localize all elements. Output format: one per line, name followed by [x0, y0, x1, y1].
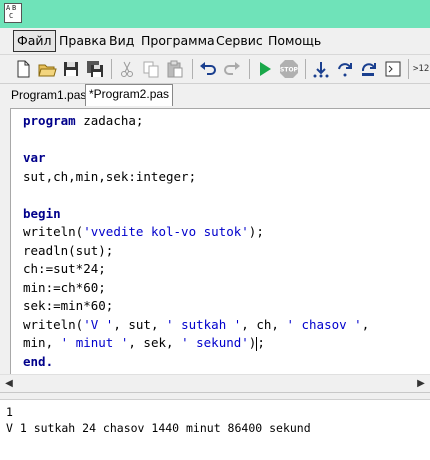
- save-icon[interactable]: [61, 59, 81, 79]
- output-panel[interactable]: 1 V 1 sutkah 24 chasov 1440 minut 86400 …: [0, 399, 430, 460]
- code-text: min,: [23, 335, 61, 350]
- editor-frame: program zadacha; var sut,ch,min,sek:integ…: [0, 106, 430, 392]
- run-icon[interactable]: [255, 59, 275, 79]
- toolbar-overflow-label[interactable]: >12: [413, 59, 430, 79]
- toolbar-separator: [192, 59, 193, 79]
- code-text: );: [248, 224, 264, 239]
- toolbar-separator: [111, 59, 112, 79]
- code-text: , ch,: [241, 316, 287, 332]
- scroll-left-icon[interactable]: ◀: [2, 377, 16, 390]
- menu-view[interactable]: Вид: [109, 31, 134, 51]
- open-folder-icon[interactable]: [37, 59, 57, 79]
- code-line: min, ' minut ', sek, ' sekund');: [23, 334, 369, 353]
- code-text: writeln(: [23, 316, 84, 332]
- code-string: 'vvedite kol-vo sutok': [83, 224, 249, 239]
- code-text: ): [248, 335, 257, 350]
- code-text: ,: [361, 316, 370, 332]
- menu-program[interactable]: Программа: [141, 31, 215, 51]
- code-string: ' sekund': [181, 335, 249, 350]
- code-text: , sut,: [113, 316, 167, 332]
- code-line: writeln('vvedite kol-vo sutok');: [23, 223, 369, 242]
- editor-tabs: Program1.pas *Program2.pas: [0, 84, 430, 108]
- toolbar-separator: [408, 59, 409, 79]
- code-line: sut,ch,min,sek:integer;: [23, 168, 369, 187]
- code-keyword: end.: [23, 353, 54, 369]
- step-out-icon[interactable]: [359, 59, 379, 79]
- code-text: , sek,: [128, 335, 182, 350]
- cut-icon[interactable]: [117, 59, 137, 79]
- menu-help[interactable]: Помощь: [268, 31, 321, 51]
- code-keyword: var: [23, 150, 46, 165]
- code-line: end.: [23, 353, 369, 372]
- code-line: program zadacha;: [23, 112, 369, 131]
- redo-icon[interactable]: [222, 59, 242, 79]
- copy-icon[interactable]: [141, 59, 161, 79]
- menu-edit[interactable]: Правка: [59, 31, 107, 51]
- undo-icon[interactable]: [198, 59, 218, 79]
- code-string: ' minut ': [60, 335, 129, 350]
- code-text: zadacha;: [75, 113, 144, 128]
- code-text: sek:=min*60;: [23, 298, 114, 313]
- menu-service[interactable]: Сервис: [216, 31, 263, 51]
- code-text: min:=ch*60;: [23, 279, 106, 295]
- code-lines: program zadacha; var sut,ch,min,sek:integ…: [23, 112, 369, 371]
- console-icon[interactable]: [383, 59, 403, 79]
- code-text: ch:=sut*24;: [23, 261, 106, 276]
- code-line: ch:=sut*24;: [23, 260, 369, 279]
- code-line: var: [23, 149, 369, 168]
- code-string: ' chasov ': [286, 316, 362, 332]
- menu-file[interactable]: Файл: [13, 30, 56, 52]
- code-string: 'V ': [83, 316, 114, 332]
- code-editor[interactable]: program zadacha; var sut,ch,min,sek:integ…: [10, 108, 430, 381]
- paste-icon[interactable]: [165, 59, 185, 79]
- code-string: ' sutkah ': [166, 316, 242, 332]
- menu-bar: Файл Правка Вид Программа Сервис Помощь: [0, 28, 430, 55]
- app-icon: AB C: [4, 3, 22, 23]
- svg-text:STOP: STOP: [280, 67, 299, 74]
- tab-program2[interactable]: *Program2.pas: [85, 84, 174, 108]
- toolbar: STOP >12: [0, 55, 430, 84]
- code-keyword: begin: [23, 205, 61, 221]
- code-line: min:=ch*60;: [23, 279, 369, 298]
- new-file-icon[interactable]: [13, 59, 33, 79]
- code-keyword: program: [23, 113, 76, 128]
- toolbar-separator: [305, 59, 306, 79]
- code-text: ;: [257, 335, 265, 350]
- horizontal-scrollbar[interactable]: ◀ ▶: [0, 374, 430, 392]
- step-into-icon[interactable]: [311, 59, 331, 79]
- title-bar: AB C: [0, 0, 430, 28]
- code-line: readln(sut);: [23, 242, 369, 261]
- code-text: sut,ch,min,sek:integer;: [23, 168, 197, 184]
- output-line: V 1 sutkah 24 chasov 1440 minut 86400 se…: [6, 421, 311, 435]
- toolbar-separator: [249, 59, 250, 79]
- code-text: readln(sut);: [23, 242, 114, 258]
- save-all-icon[interactable]: [85, 59, 105, 79]
- code-text: writeln(: [23, 224, 84, 239]
- scroll-right-icon[interactable]: ▶: [414, 377, 428, 390]
- code-line: sek:=min*60;: [23, 297, 369, 316]
- step-over-icon[interactable]: [335, 59, 355, 79]
- tab-program1[interactable]: Program1.pas: [8, 86, 91, 105]
- code-line: writeln('V ', sut, ' sutkah ', ch, ' cha…: [23, 316, 369, 335]
- stop-icon[interactable]: STOP: [279, 59, 299, 79]
- code-line: begin: [23, 205, 369, 224]
